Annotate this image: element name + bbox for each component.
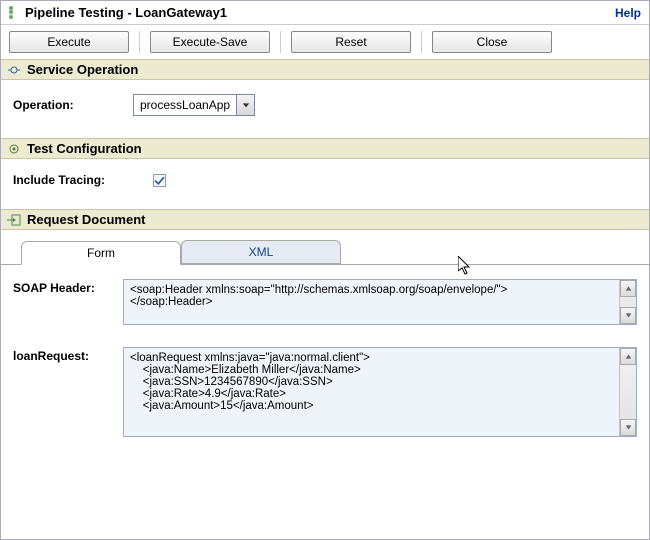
scrollbar[interactable] (619, 348, 636, 436)
service-icon (7, 63, 21, 77)
operation-selected-value: processLoanApp (134, 95, 236, 115)
tab-form[interactable]: Form (21, 241, 181, 265)
action-button-row: Execute Execute-Save Reset Close (1, 25, 649, 59)
gear-icon (7, 142, 21, 156)
execute-save-button[interactable]: Execute-Save (150, 31, 270, 53)
scroll-up-icon[interactable] (620, 280, 636, 297)
service-operation-header: Service Operation (1, 59, 649, 80)
help-link[interactable]: Help (615, 6, 641, 20)
operation-select[interactable]: processLoanApp (133, 94, 255, 116)
scrollbar[interactable] (619, 280, 636, 324)
soap-header-textarea[interactable] (124, 280, 619, 324)
page-title: Pipeline Testing - LoanGateway1 (25, 5, 227, 20)
service-operation-body: Operation: processLoanApp (1, 80, 649, 138)
chevron-down-icon (236, 95, 254, 115)
test-configuration-body: Include Tracing: (1, 159, 649, 209)
loan-request-textarea[interactable] (124, 348, 619, 436)
title-bar: Pipeline Testing - LoanGateway1 Help (1, 1, 649, 25)
checkmark-icon (154, 175, 165, 186)
scroll-down-icon[interactable] (620, 307, 636, 324)
section-title: Service Operation (27, 62, 138, 77)
section-title: Request Document (27, 212, 145, 227)
reset-button[interactable]: Reset (291, 31, 411, 53)
scroll-down-icon[interactable] (620, 419, 636, 436)
loan-request-field-wrap (123, 347, 637, 437)
tab-xml[interactable]: XML (181, 240, 341, 264)
divider (280, 31, 281, 53)
section-title: Test Configuration (27, 141, 142, 156)
loan-request-label: loanRequest: (13, 347, 113, 363)
soap-header-label: SOAP Header: (13, 279, 113, 295)
include-tracing-checkbox[interactable] (153, 174, 166, 187)
request-document-header: Request Document (1, 209, 649, 230)
arrow-in-icon (7, 213, 21, 227)
test-configuration-header: Test Configuration (1, 138, 649, 159)
execute-button[interactable]: Execute (9, 31, 129, 53)
request-doc-tabs: Form XML (1, 240, 649, 265)
divider (421, 31, 422, 53)
scroll-up-icon[interactable] (620, 348, 636, 365)
tab-xml-label: XML (249, 245, 274, 259)
soap-header-field-wrap (123, 279, 637, 325)
include-tracing-label: Include Tracing: (13, 173, 133, 187)
divider (139, 31, 140, 53)
operation-label: Operation: (13, 98, 113, 112)
tab-form-label: Form (87, 246, 115, 260)
form-tab-panel: SOAP Header: loanRequest: (1, 265, 649, 473)
pipeline-icon (9, 6, 19, 20)
close-button[interactable]: Close (432, 31, 552, 53)
